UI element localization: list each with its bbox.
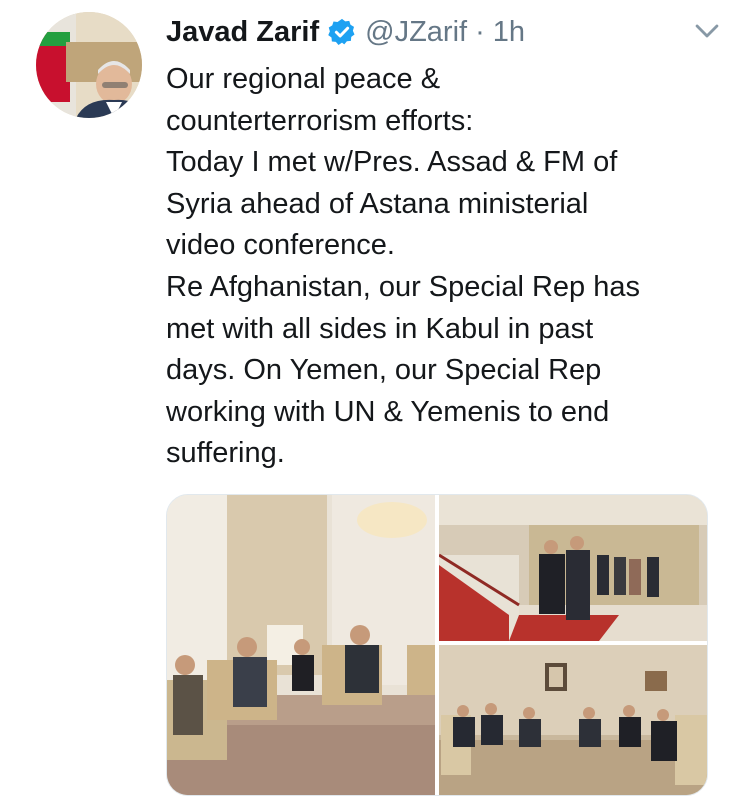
photo-hallway[interactable] (439, 495, 707, 641)
hallway-image (439, 495, 707, 641)
chevron-down-icon[interactable] (690, 14, 724, 48)
display-name[interactable]: Javad Zarif (166, 16, 319, 49)
photo-delegation-meeting[interactable] (439, 645, 707, 795)
handle[interactable]: @JZarif (365, 16, 467, 49)
photo-meeting-room[interactable] (167, 495, 435, 795)
avatar[interactable] (36, 12, 142, 118)
media-grid (166, 494, 708, 796)
timestamp[interactable]: 1h (493, 16, 525, 49)
meeting-room-image (167, 495, 435, 795)
delegation-meeting-image (439, 645, 707, 795)
tweet-header: Javad Zarif @JZarif · 1h (166, 12, 720, 52)
tweet-text: Our regional peace & counterterrorism ef… (166, 63, 640, 470)
separator-dot: · (475, 15, 485, 48)
verified-badge-icon (328, 18, 355, 45)
avatar-photo (36, 12, 142, 118)
